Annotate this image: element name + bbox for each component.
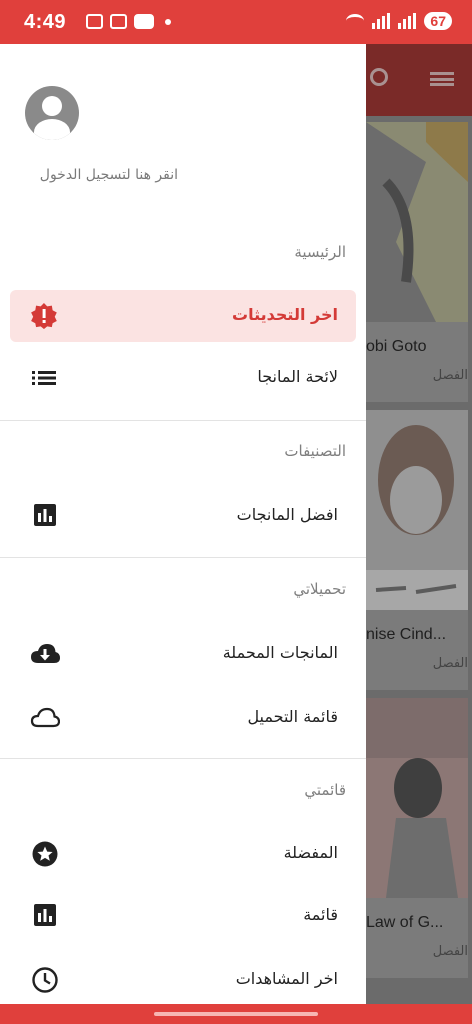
manga-card: obi Goto الفصل — [366, 122, 468, 402]
navigation-bar — [0, 1004, 472, 1024]
list-icon — [32, 371, 56, 385]
search-icon — [370, 68, 388, 86]
cloud-download-icon — [31, 644, 60, 663]
drawer-item-label: قائمة — [303, 905, 338, 924]
status-bar: 4:49 67 — [0, 0, 472, 44]
manga-cover — [366, 698, 468, 898]
manga-cover — [366, 122, 468, 322]
star-icon — [32, 841, 58, 867]
youtube-icon — [134, 14, 154, 29]
notification-icons — [86, 14, 171, 29]
drawer-item-label: المانجات المحملة — [222, 643, 338, 662]
signal-2-icon — [398, 13, 417, 29]
drawer-item-download-queue[interactable]: قائمة التحميل — [10, 692, 356, 744]
divider — [0, 758, 366, 759]
signal-icon — [372, 13, 391, 29]
divider — [0, 420, 366, 421]
bar-chart-icon — [34, 904, 56, 926]
login-link[interactable]: انقر هنا لتسجيل الدخول — [40, 167, 178, 183]
screenshot-icon — [86, 14, 103, 29]
drawer-item-list[interactable]: قائمة — [10, 890, 356, 942]
manga-subtitle: الفصل — [432, 656, 468, 671]
alert-badge-icon — [31, 303, 57, 329]
clock-icon — [32, 967, 58, 993]
manga-card: nise Cind... الفصل — [366, 410, 468, 690]
drawer-item-label: افضل المانجات — [236, 505, 338, 524]
user-icon-body — [34, 119, 70, 140]
drawer-item-downloaded-manga[interactable]: المانجات المحملة — [10, 628, 356, 680]
manga-title: Law of G... — [366, 914, 444, 931]
manga-card: Law of G... الفصل — [366, 698, 468, 978]
manga-subtitle: الفصل — [432, 368, 468, 383]
avatar[interactable] — [25, 86, 79, 140]
no-sim-icon — [110, 14, 127, 29]
drawer-item-label: اخر التحديثات — [232, 305, 338, 324]
drawer-item-watch-history[interactable]: اخر المشاهدات — [10, 954, 356, 1006]
drawer-item-latest-updates[interactable]: اخر التحديثات — [10, 290, 356, 342]
drawer-item-top-manga[interactable]: افضل المانجات — [10, 490, 356, 542]
status-time: 4:49 — [24, 11, 67, 33]
battery-badge: 67 — [424, 12, 452, 30]
section-title-categories: التصنيفات — [284, 442, 346, 460]
manga-title: obi Goto — [366, 338, 427, 355]
section-title-main: الرئيسية — [294, 243, 346, 261]
wifi-icon — [346, 14, 365, 28]
list-view-icon — [430, 72, 454, 86]
drawer-item-label: اخر المشاهدات — [235, 969, 338, 988]
drawer-item-favorites[interactable]: المفضلة — [10, 828, 356, 880]
manga-subtitle: الفصل — [432, 944, 468, 959]
drawer-item-label: المفضلة — [283, 843, 338, 862]
user-icon — [42, 96, 62, 116]
drawer-item-label: لائحة المانجا — [257, 367, 338, 386]
manga-title: nise Cind... — [366, 626, 447, 643]
home-gesture-handle[interactable] — [154, 1012, 318, 1016]
divider — [0, 557, 366, 558]
section-title-downloads: تحميلاتي — [293, 580, 346, 598]
bar-chart-icon — [34, 504, 56, 526]
section-title-my-list: قائمتي — [304, 781, 346, 799]
cloud-icon — [30, 707, 60, 728]
navigation-drawer: انقر هنا لتسجيل الدخول الرئيسية اخر التح… — [0, 44, 366, 1024]
drawer-item-label: قائمة التحميل — [247, 707, 338, 726]
manga-cover — [366, 410, 468, 610]
drawer-item-manga-list[interactable]: لائحة المانجا — [10, 352, 356, 404]
notification-dot-icon — [165, 18, 171, 25]
